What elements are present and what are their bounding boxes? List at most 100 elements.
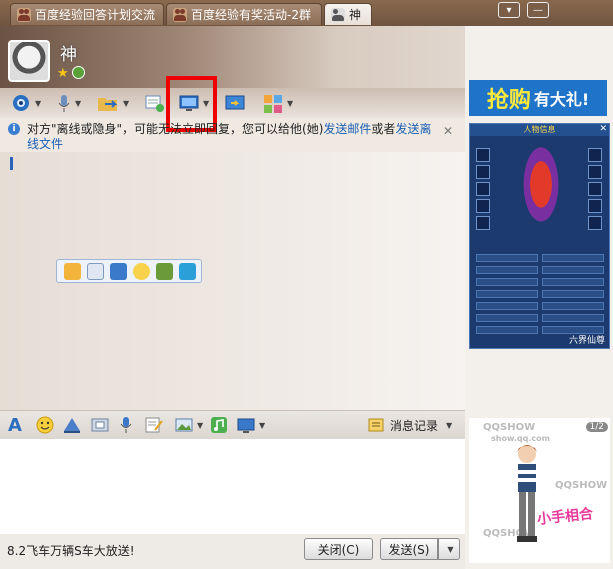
character-info-title: 人物信息 <box>470 124 609 136</box>
music-button[interactable] <box>210 416 228 434</box>
promo-banner[interactable]: 抢购 有大礼! <box>469 80 607 116</box>
message-history-label: 消息记录 <box>390 418 439 433</box>
chat-history[interactable] <box>0 152 465 410</box>
promo-small-text: 有大礼! <box>533 90 590 109</box>
close-icon[interactable]: ✕ <box>443 124 453 139</box>
qqshow-caption: 小手相合 <box>536 506 594 528</box>
tab-label: 神 <box>349 8 362 22</box>
microphone-icon <box>120 417 132 433</box>
offline-notice: i 对方"离线或隐身"，可能无法立即回复，您可以给他(她)发送邮件或者发送离线文… <box>3 120 463 152</box>
chevron-down-icon: ▼ <box>35 98 42 108</box>
chat-toolbar: ▼ ▼ ▼ ▼ ▼ <box>0 88 465 118</box>
sms-button[interactable] <box>144 92 166 114</box>
qqshow-watermark: QQSHOW <box>483 422 536 433</box>
menu-button[interactable]: ▾ <box>498 2 520 18</box>
equipment-slots-left <box>476 148 490 233</box>
chevron-down-icon: ▼ <box>446 420 453 430</box>
message-input[interactable] <box>0 439 465 534</box>
message-history-button[interactable]: 消息记录 ▼ <box>368 416 452 434</box>
image-icon[interactable] <box>156 262 173 280</box>
tab-strip: 百度经验回答计划交流 百度经验有奖活动-2群 神 ▾ — <box>0 0 613 26</box>
screen-capture-button[interactable]: ▼ <box>236 416 265 434</box>
character-figure <box>514 146 568 242</box>
chevron-down-icon: ▼ <box>259 420 266 430</box>
music-icon <box>211 417 227 433</box>
apps-grid-icon <box>264 95 282 113</box>
film-icon <box>91 418 109 432</box>
group-icon <box>173 7 187 22</box>
screen-icon[interactable] <box>110 262 127 280</box>
minimize-icon: — <box>533 4 543 16</box>
smile-icon <box>36 416 54 434</box>
avatar-figure <box>517 445 537 542</box>
video-message-button[interactable] <box>90 416 110 434</box>
star-badge-icon[interactable] <box>179 262 196 280</box>
screenshot-icon <box>237 418 255 433</box>
history-icon <box>368 418 384 432</box>
microphone-icon <box>58 95 70 112</box>
emoticon-icon[interactable] <box>133 262 150 280</box>
notice-text: 对方"离线或隐身"，可能无法立即回复，您可以给他(她) <box>27 122 324 136</box>
star-icon: ★ <box>57 66 69 81</box>
avatar[interactable] <box>8 40 50 82</box>
add-emoticon-icon[interactable] <box>64 262 81 280</box>
input-toolbar: A ▼ ▼ 消息记录 ▼ <box>0 410 465 440</box>
tab-shen[interactable]: 神 <box>324 3 372 25</box>
send-button[interactable]: 发送(S) <box>380 538 438 560</box>
chevron-down-icon: ▼ <box>75 98 82 108</box>
send-options-button[interactable]: ▼ <box>438 538 460 560</box>
page-indicator: 1/2 <box>585 422 608 432</box>
save-icon[interactable] <box>87 262 104 280</box>
minimize-button[interactable]: — <box>527 2 549 18</box>
notice-text-mid: 或者 <box>371 122 396 136</box>
contact-name: 神 <box>60 45 77 65</box>
online-status-icon <box>72 66 85 79</box>
screen-share-icon <box>225 95 245 110</box>
close-label: 关闭(C) <box>317 542 360 557</box>
folder-icon <box>98 98 118 111</box>
font-icon[interactable]: A <box>8 415 22 436</box>
camera-icon <box>13 95 29 111</box>
tab-label: 百度经验回答计划交流 <box>35 8 156 22</box>
equipment-slots-right <box>588 148 602 233</box>
tab-label: 百度经验有奖活动-2群 <box>191 8 311 22</box>
info-icon: i <box>8 123 20 135</box>
image-button[interactable]: ▼ <box>174 416 203 434</box>
apps-button[interactable]: ▼ <box>262 92 293 114</box>
sidebar: 抢购 有大礼! 人物信息 ✕ 六界仙尊 QQSHOW QQSHOW QQSHOW… <box>465 26 613 569</box>
bottom-bar: 8.2飞车万辆S车大放送! 关闭(C) 发送(S) ▼ <box>0 534 465 569</box>
chevron-down-icon: ▼ <box>123 98 130 108</box>
image-icon <box>175 418 193 432</box>
note-edit-icon <box>145 417 163 433</box>
chevron-down-icon: ▼ <box>447 544 454 554</box>
close-icon[interactable]: ✕ <box>599 124 607 134</box>
text-cursor <box>10 157 13 170</box>
character-label: 六界仙尊 <box>568 336 605 346</box>
qqshow-panel[interactable]: QQSHOW QQSHOW QQSHOW show.qq.com 1/2 小手相… <box>469 418 610 563</box>
floating-toolbar <box>56 259 202 283</box>
send-file-button[interactable]: ▼ <box>96 92 129 114</box>
qqshow-watermark: QQSHOW <box>555 480 608 491</box>
promo-big-text: 抢购 <box>486 88 531 113</box>
chevron-down-icon: ▼ <box>197 420 204 430</box>
share-screen-button[interactable] <box>224 92 246 114</box>
character-info-ad[interactable]: 人物信息 ✕ 六界仙尊 <box>469 123 610 349</box>
send-email-link[interactable]: 发送邮件 <box>323 122 371 136</box>
tab-baidu-plan[interactable]: 百度经验回答计划交流 <box>10 3 164 25</box>
shake-button[interactable] <box>62 416 82 434</box>
shake-icon <box>64 418 80 433</box>
voice-message-button[interactable] <box>118 416 134 434</box>
chevron-down-icon: ▼ <box>287 98 294 108</box>
group-icon <box>17 7 31 22</box>
message-add-icon <box>145 95 164 112</box>
tab-baidu-activity[interactable]: 百度经验有奖活动-2群 <box>166 3 322 25</box>
send-label: 发送(S) <box>388 542 430 557</box>
close-button[interactable]: 关闭(C) <box>304 538 373 560</box>
emoticon-button[interactable] <box>36 416 54 434</box>
promo-marquee[interactable]: 8.2飞车万辆S车大放送! <box>7 542 135 559</box>
voice-button[interactable]: ▼ <box>56 92 81 114</box>
menu-icon: ▾ <box>506 4 512 16</box>
video-button[interactable]: ▼ <box>10 92 41 114</box>
note-button[interactable] <box>144 416 164 434</box>
avatar-icon <box>331 7 345 22</box>
